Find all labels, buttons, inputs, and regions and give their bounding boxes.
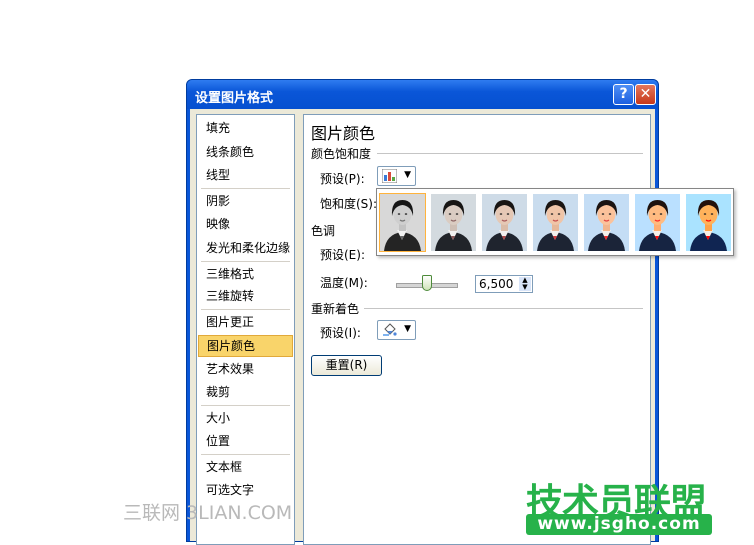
nav-item-picture-color[interactable]: 图片颜色 (198, 335, 293, 357)
temperature-label: 温度(M): (320, 276, 368, 290)
spin-arrows-icon[interactable]: ▲ ▼ (519, 277, 531, 291)
nav-item-crop[interactable]: 裁剪 (198, 381, 293, 403)
saturation-preset-icon (382, 169, 397, 183)
tone-heading: 色调 (311, 224, 336, 238)
nav-item-line-style[interactable]: 线型 (198, 164, 293, 186)
saturation-preset-dropdown[interactable]: ▼ (377, 166, 416, 186)
category-list: 填充 线条颜色 线型 阴影 映像 发光和柔化边缘 三维格式 三维旋转 图片更正 … (196, 114, 295, 545)
portrait-thumbnail-image (482, 194, 527, 251)
nav-item-3d-rotation[interactable]: 三维旋转 (198, 285, 293, 307)
saturation-heading: 颜色饱和度 (311, 147, 372, 161)
paint-bucket-icon (383, 323, 397, 336)
nav-item-text-box[interactable]: 文本框 (198, 456, 293, 478)
portrait-thumbnail-image (431, 194, 476, 251)
watermark-3lian: 三联网 3LIAN.COM (123, 502, 293, 524)
saturation-preset-label: 预设(P): (320, 172, 365, 186)
nav-separator (201, 188, 290, 189)
saturation-thumbnail[interactable] (482, 194, 527, 251)
nav-separator (201, 261, 290, 262)
saturation-thumbnail[interactable] (635, 194, 680, 251)
nav-item-position[interactable]: 位置 (198, 430, 293, 452)
saturation-label: 饱和度(S): (320, 197, 378, 211)
nav-separator (201, 405, 290, 406)
help-button[interactable]: ? (613, 84, 634, 105)
temperature-value: 6,500 (479, 277, 514, 291)
saturation-thumbnail[interactable] (431, 194, 476, 251)
nav-item-picture-corrections[interactable]: 图片更正 (198, 311, 293, 333)
section-divider (364, 308, 643, 309)
chevron-down-icon: ▼ (404, 324, 411, 334)
nav-item-reflection[interactable]: 映像 (198, 213, 293, 235)
reset-button[interactable]: 重置(R) (311, 355, 382, 376)
temperature-spinbox[interactable]: 6,500 ▲ ▼ (475, 275, 533, 293)
section-divider (377, 153, 643, 154)
recolor-preset-dropdown[interactable]: ▼ (377, 320, 416, 340)
nav-separator (201, 309, 290, 310)
saturation-thumbnail[interactable] (379, 193, 426, 252)
close-button[interactable]: ✕ (635, 84, 656, 105)
saturation-thumbnail[interactable] (686, 194, 731, 251)
nav-item-glow-soft-edges[interactable]: 发光和柔化边缘 (198, 237, 293, 259)
portrait-thumbnail-image (686, 194, 731, 251)
recolor-preset-label: 预设(I): (320, 326, 361, 340)
nav-item-fill[interactable]: 填充 (198, 117, 293, 139)
saturation-preset-gallery (376, 188, 734, 256)
nav-item-artistic-effects[interactable]: 艺术效果 (198, 358, 293, 380)
nav-item-3d-format[interactable]: 三维格式 (198, 263, 293, 285)
nav-item-line-color[interactable]: 线条颜色 (198, 141, 293, 163)
portrait-thumbnail-image (533, 194, 578, 251)
tone-preset-label: 预设(E): (320, 248, 365, 262)
portrait-thumbnail-image (380, 194, 425, 251)
nav-item-size[interactable]: 大小 (198, 407, 293, 429)
nav-item-shadow[interactable]: 阴影 (198, 190, 293, 212)
temperature-slider-thumb[interactable] (422, 275, 432, 291)
portrait-thumbnail-image (584, 194, 629, 251)
nav-separator (201, 454, 290, 455)
panel-title: 图片颜色 (311, 124, 376, 143)
portrait-thumbnail-image (635, 194, 680, 251)
watermark-jsgho-url: www.jsgho.com (526, 514, 712, 535)
chevron-down-icon: ▼ (404, 170, 411, 180)
recolor-heading: 重新着色 (311, 302, 360, 316)
saturation-thumbnail[interactable] (533, 194, 578, 251)
saturation-thumbnail[interactable] (584, 194, 629, 251)
dialog-title: 设置图片格式 (195, 91, 274, 106)
dialog-title-bar[interactable]: 设置图片格式 ? ✕ (187, 80, 658, 109)
